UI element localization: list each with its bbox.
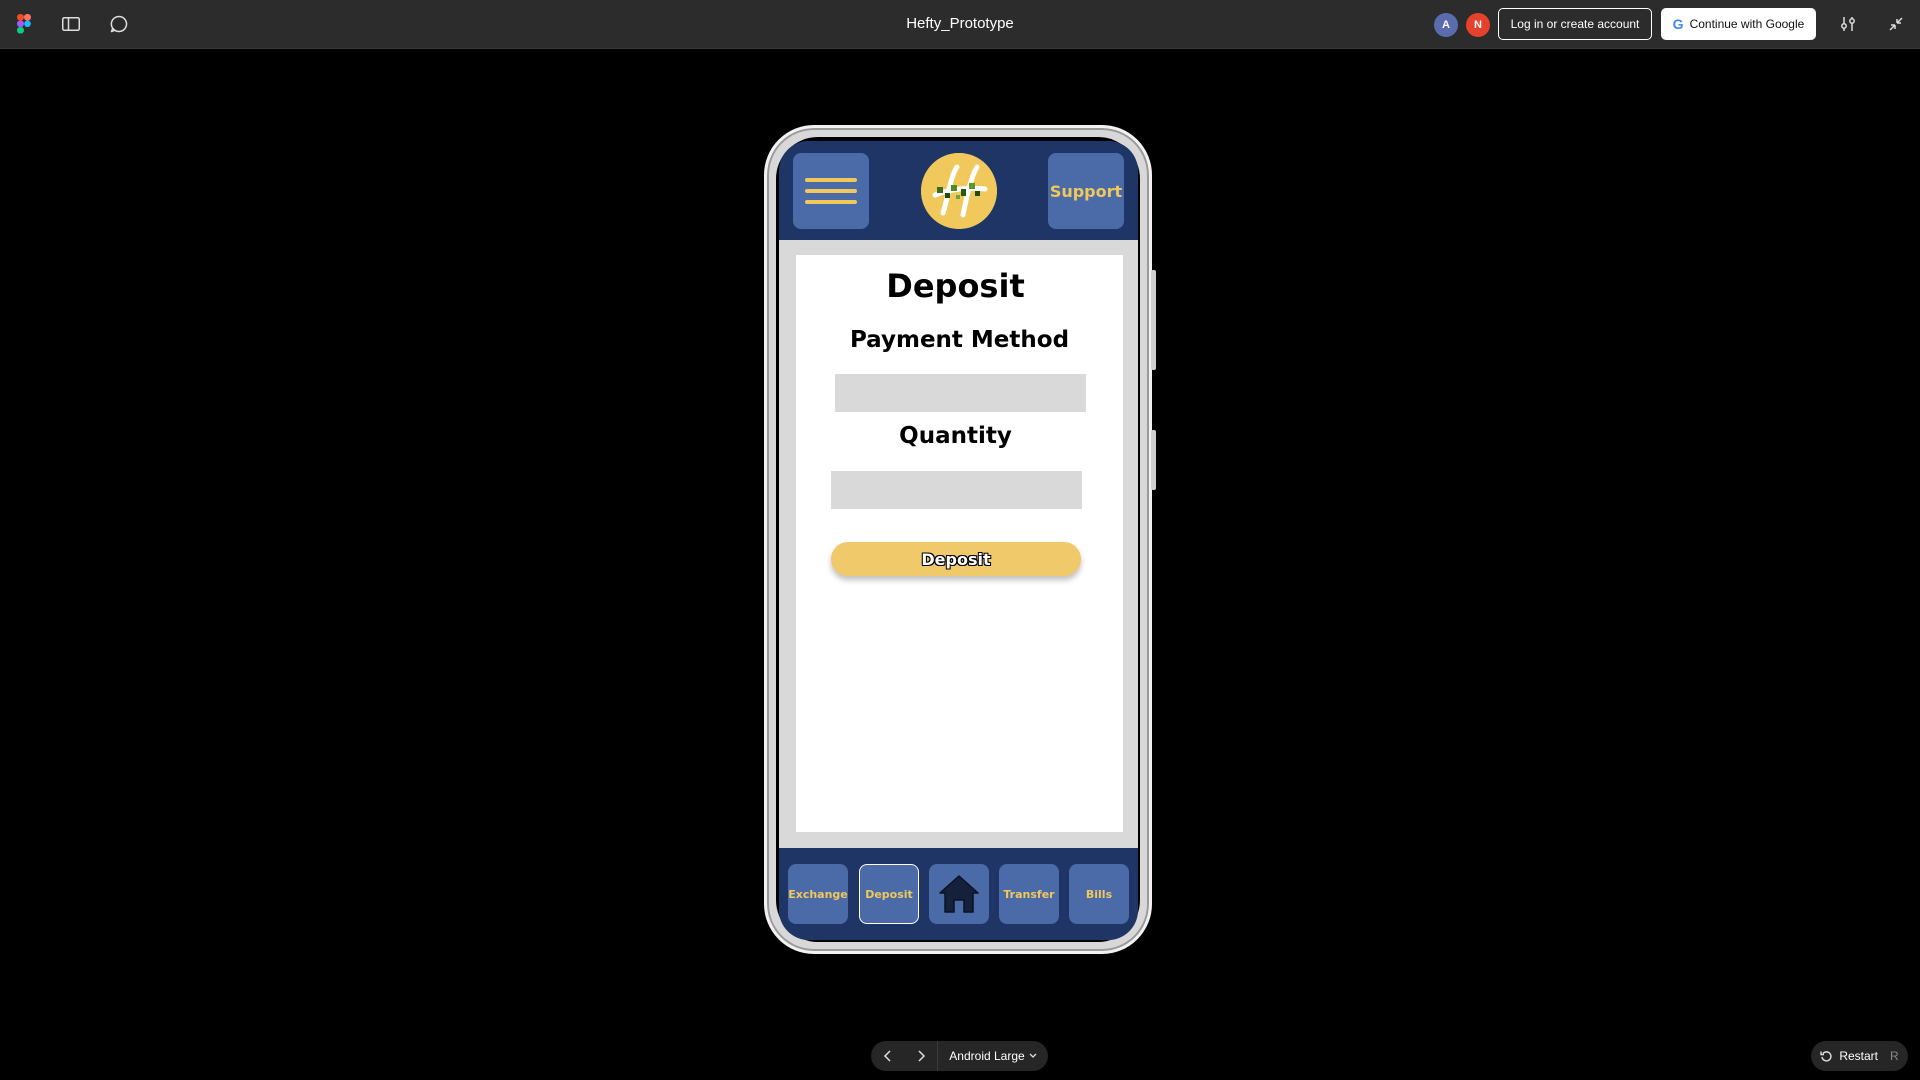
prototype-nav-pill: Android Large <box>871 1041 1048 1071</box>
deposit-card: Deposit Payment Method Quantity Deposit <box>796 255 1123 832</box>
chevron-left-icon <box>883 1050 891 1062</box>
device-label: Android Large <box>949 1049 1025 1063</box>
nav-home-button[interactable] <box>929 864 989 924</box>
previous-frame-button[interactable] <box>871 1041 904 1071</box>
hamburger-icon <box>805 178 857 182</box>
device-select[interactable]: Android Large <box>938 1049 1048 1063</box>
phone-side-button <box>1151 270 1156 370</box>
hefty-logo[interactable] <box>921 153 997 229</box>
restart-button[interactable]: Restart R <box>1811 1041 1908 1071</box>
google-icon: G <box>1672 16 1684 32</box>
avatar[interactable]: N <box>1466 13 1490 37</box>
collapse-icon[interactable] <box>1884 12 1908 36</box>
app-screen: Support Deposit Payment Method Quantity … <box>779 141 1138 940</box>
chevron-right-icon <box>917 1050 925 1062</box>
next-frame-button[interactable] <box>904 1041 937 1071</box>
hamburger-menu-button[interactable] <box>793 153 869 229</box>
home-icon <box>939 875 979 913</box>
payment-method-label: Payment Method <box>849 327 1070 353</box>
nav-deposit-button[interactable]: Deposit <box>859 864 919 924</box>
deposit-submit-button[interactable]: Deposit <box>831 542 1081 576</box>
avatar[interactable]: A <box>1434 13 1458 37</box>
page-title: Deposit <box>886 267 1025 305</box>
top-toolbar: Hefty_Prototype A N Log in or create acc… <box>0 0 1920 49</box>
restart-shortcut: R <box>1890 1049 1899 1063</box>
google-button-label: Continue with Google <box>1689 17 1805 31</box>
logo-icon <box>921 153 997 229</box>
quantity-label: Quantity <box>899 423 1012 449</box>
chevron-down-icon <box>1029 1053 1037 1058</box>
nav-bills-button[interactable]: Bills <box>1069 864 1129 924</box>
payment-method-field[interactable] <box>835 374 1086 412</box>
support-button[interactable]: Support <box>1048 153 1124 229</box>
app-header: Support <box>779 141 1138 240</box>
settings-sliders-icon[interactable] <box>1836 12 1860 36</box>
bottom-nav: Exchange Deposit Transfer Bills <box>779 848 1138 940</box>
nav-transfer-button[interactable]: Transfer <box>999 864 1059 924</box>
continue-with-google-button[interactable]: G Continue with Google <box>1661 8 1816 40</box>
comment-icon[interactable] <box>107 12 131 36</box>
restart-label: Restart <box>1839 1049 1878 1063</box>
sidebar-toggle-icon[interactable] <box>59 12 83 36</box>
content-area: Deposit Payment Method Quantity Deposit <box>779 240 1138 848</box>
quantity-field[interactable] <box>831 471 1082 509</box>
file-title[interactable]: Hefty_Prototype <box>906 15 1014 32</box>
figma-logo-icon[interactable] <box>12 12 36 36</box>
login-button[interactable]: Log in or create account <box>1498 8 1652 40</box>
restart-icon <box>1820 1050 1832 1062</box>
phone-side-button <box>1151 430 1156 490</box>
nav-exchange-button[interactable]: Exchange <box>788 864 848 924</box>
